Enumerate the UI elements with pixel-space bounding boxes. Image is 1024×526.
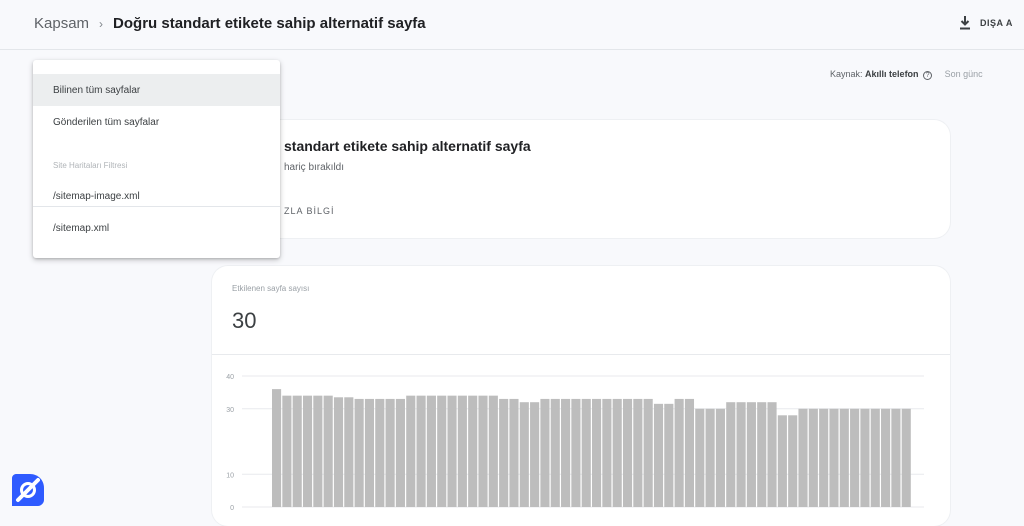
chart-bar[interactable] [354, 398, 364, 507]
chart-bar[interactable] [426, 395, 436, 507]
chart-bar[interactable] [457, 395, 467, 507]
source-value: Akıllı telefon [865, 69, 919, 79]
affected-pages-count: 30 [232, 308, 257, 333]
chart-bar[interactable] [901, 408, 911, 507]
breadcrumb-root-link[interactable]: Kapsam [34, 15, 89, 32]
chart-bar[interactable] [798, 408, 808, 507]
chart-bar[interactable] [385, 398, 395, 507]
chart-bar[interactable] [406, 395, 416, 507]
filter-dropdown-menu: Bilinen tüm sayfalar Gönderilen tüm sayf… [33, 60, 280, 258]
chart-bar[interactable] [757, 402, 767, 507]
chart-bar[interactable] [881, 408, 891, 507]
app-logo-icon [12, 474, 44, 506]
chart-bar[interactable] [499, 398, 509, 507]
chart-bar[interactable] [550, 398, 560, 507]
chart-bar[interactable] [344, 397, 354, 507]
menu-item-all-submitted-pages[interactable]: Gönderilen tüm sayfalar [33, 106, 280, 138]
export-label: DIŞA A [980, 18, 1013, 28]
help-circle-icon[interactable]: ? [923, 71, 933, 80]
chart-bar[interactable] [808, 408, 818, 507]
chart-bar[interactable] [395, 398, 405, 507]
breadcrumb: Kapsam › Doğru standart etikete sahip al… [34, 15, 426, 32]
chart-bar[interactable] [850, 408, 860, 507]
learn-more-link[interactable]: ZLA BİLGİ [284, 206, 335, 216]
chart-bar[interactable] [643, 398, 653, 507]
chart-bar[interactable] [416, 395, 426, 507]
chart-bar[interactable] [602, 398, 612, 507]
chart-bar[interactable] [860, 408, 870, 507]
y-tick-label: 40 [226, 374, 234, 381]
chart-bar[interactable] [829, 408, 839, 507]
chart-bar[interactable] [592, 398, 602, 507]
y-tick-label: 0 [230, 505, 234, 512]
source-selector[interactable]: Kaynak: Akıllı telefon ? Son günc [830, 69, 983, 80]
chart-bar[interactable] [705, 408, 715, 507]
chart-bar[interactable] [323, 395, 333, 507]
y-tick-label: 30 [226, 407, 234, 414]
source-prefix: Kaynak: [830, 69, 863, 79]
chart-bar[interactable] [674, 398, 684, 507]
chart-bar[interactable] [726, 402, 736, 507]
issue-title: standart etikete sahip alternatif sayfa [284, 138, 531, 154]
chart-bar[interactable] [561, 398, 571, 507]
page-title: Doğru standart etikete sahip alternatif … [113, 15, 426, 32]
sitemap-filter-group-label: Site Haritaları Filtresi [53, 161, 128, 170]
issue-info-card: standart etikete sahip alternatif sayfa … [212, 120, 950, 238]
chart-bar[interactable] [272, 389, 282, 507]
chart-bar[interactable] [839, 408, 849, 507]
chart-bar[interactable] [509, 398, 519, 507]
chart-bar[interactable] [736, 402, 746, 507]
menu-item-all-known-pages[interactable]: Bilinen tüm sayfalar [33, 74, 280, 106]
chart-bar[interactable] [437, 395, 447, 507]
chart-bar[interactable] [530, 402, 540, 507]
chart-bar[interactable] [819, 408, 829, 507]
top-bar: Kapsam › Doğru standart etikete sahip al… [0, 0, 1024, 50]
chart-bar[interactable] [891, 408, 901, 507]
chart-bar[interactable] [581, 398, 591, 507]
chart-bar[interactable] [302, 395, 313, 507]
chart-bar[interactable] [612, 398, 622, 507]
breadcrumb-separator-icon: › [99, 16, 104, 31]
menu-item-sitemap[interactable]: /sitemap.xml [33, 212, 280, 244]
chart-bar[interactable] [746, 402, 756, 507]
chart-bar[interactable] [870, 408, 880, 507]
chart-bar[interactable] [478, 395, 488, 507]
chart-bar[interactable] [767, 402, 777, 507]
chart-bar[interactable] [695, 408, 705, 507]
chart-bar[interactable] [633, 398, 643, 507]
chart-bar[interactable] [313, 395, 323, 507]
chart-bar[interactable] [622, 398, 633, 507]
issue-status: hariç bırakıldı [284, 162, 345, 173]
menu-item-sitemap-image[interactable]: /sitemap-image.xml [33, 180, 280, 212]
chart-bar[interactable] [777, 415, 787, 507]
chart-bar[interactable] [333, 397, 344, 507]
chart-bar[interactable] [364, 398, 375, 507]
chart-bar[interactable] [468, 395, 478, 507]
chart-bar[interactable] [684, 398, 695, 507]
card-divider [212, 354, 950, 355]
chart-bar[interactable] [653, 403, 664, 507]
chart-bar[interactable] [715, 408, 725, 507]
affected-pages-label: Etkilenen sayfa sayısı [232, 284, 310, 293]
chart-bar[interactable] [519, 402, 529, 507]
chart-bar[interactable] [788, 415, 798, 507]
affected-pages-bar-chart: 0 10 30 40 [226, 374, 924, 512]
last-updated-label: Son günc [944, 69, 983, 79]
download-icon [960, 16, 970, 30]
chart-bar[interactable] [571, 398, 581, 507]
y-tick-label: 10 [226, 472, 234, 479]
chart-bar[interactable] [447, 395, 457, 507]
chart-bar[interactable] [664, 403, 674, 507]
chart-bar[interactable] [540, 398, 550, 507]
affected-pages-card: Etkilenen sayfa sayısı 30 0 10 30 40 [212, 266, 950, 526]
export-button[interactable]: DIŞA A [958, 12, 1013, 34]
chart-bar[interactable] [488, 395, 498, 507]
chart-bar[interactable] [282, 395, 292, 507]
chart-bar[interactable] [292, 395, 302, 507]
chart-bar[interactable] [375, 398, 385, 507]
